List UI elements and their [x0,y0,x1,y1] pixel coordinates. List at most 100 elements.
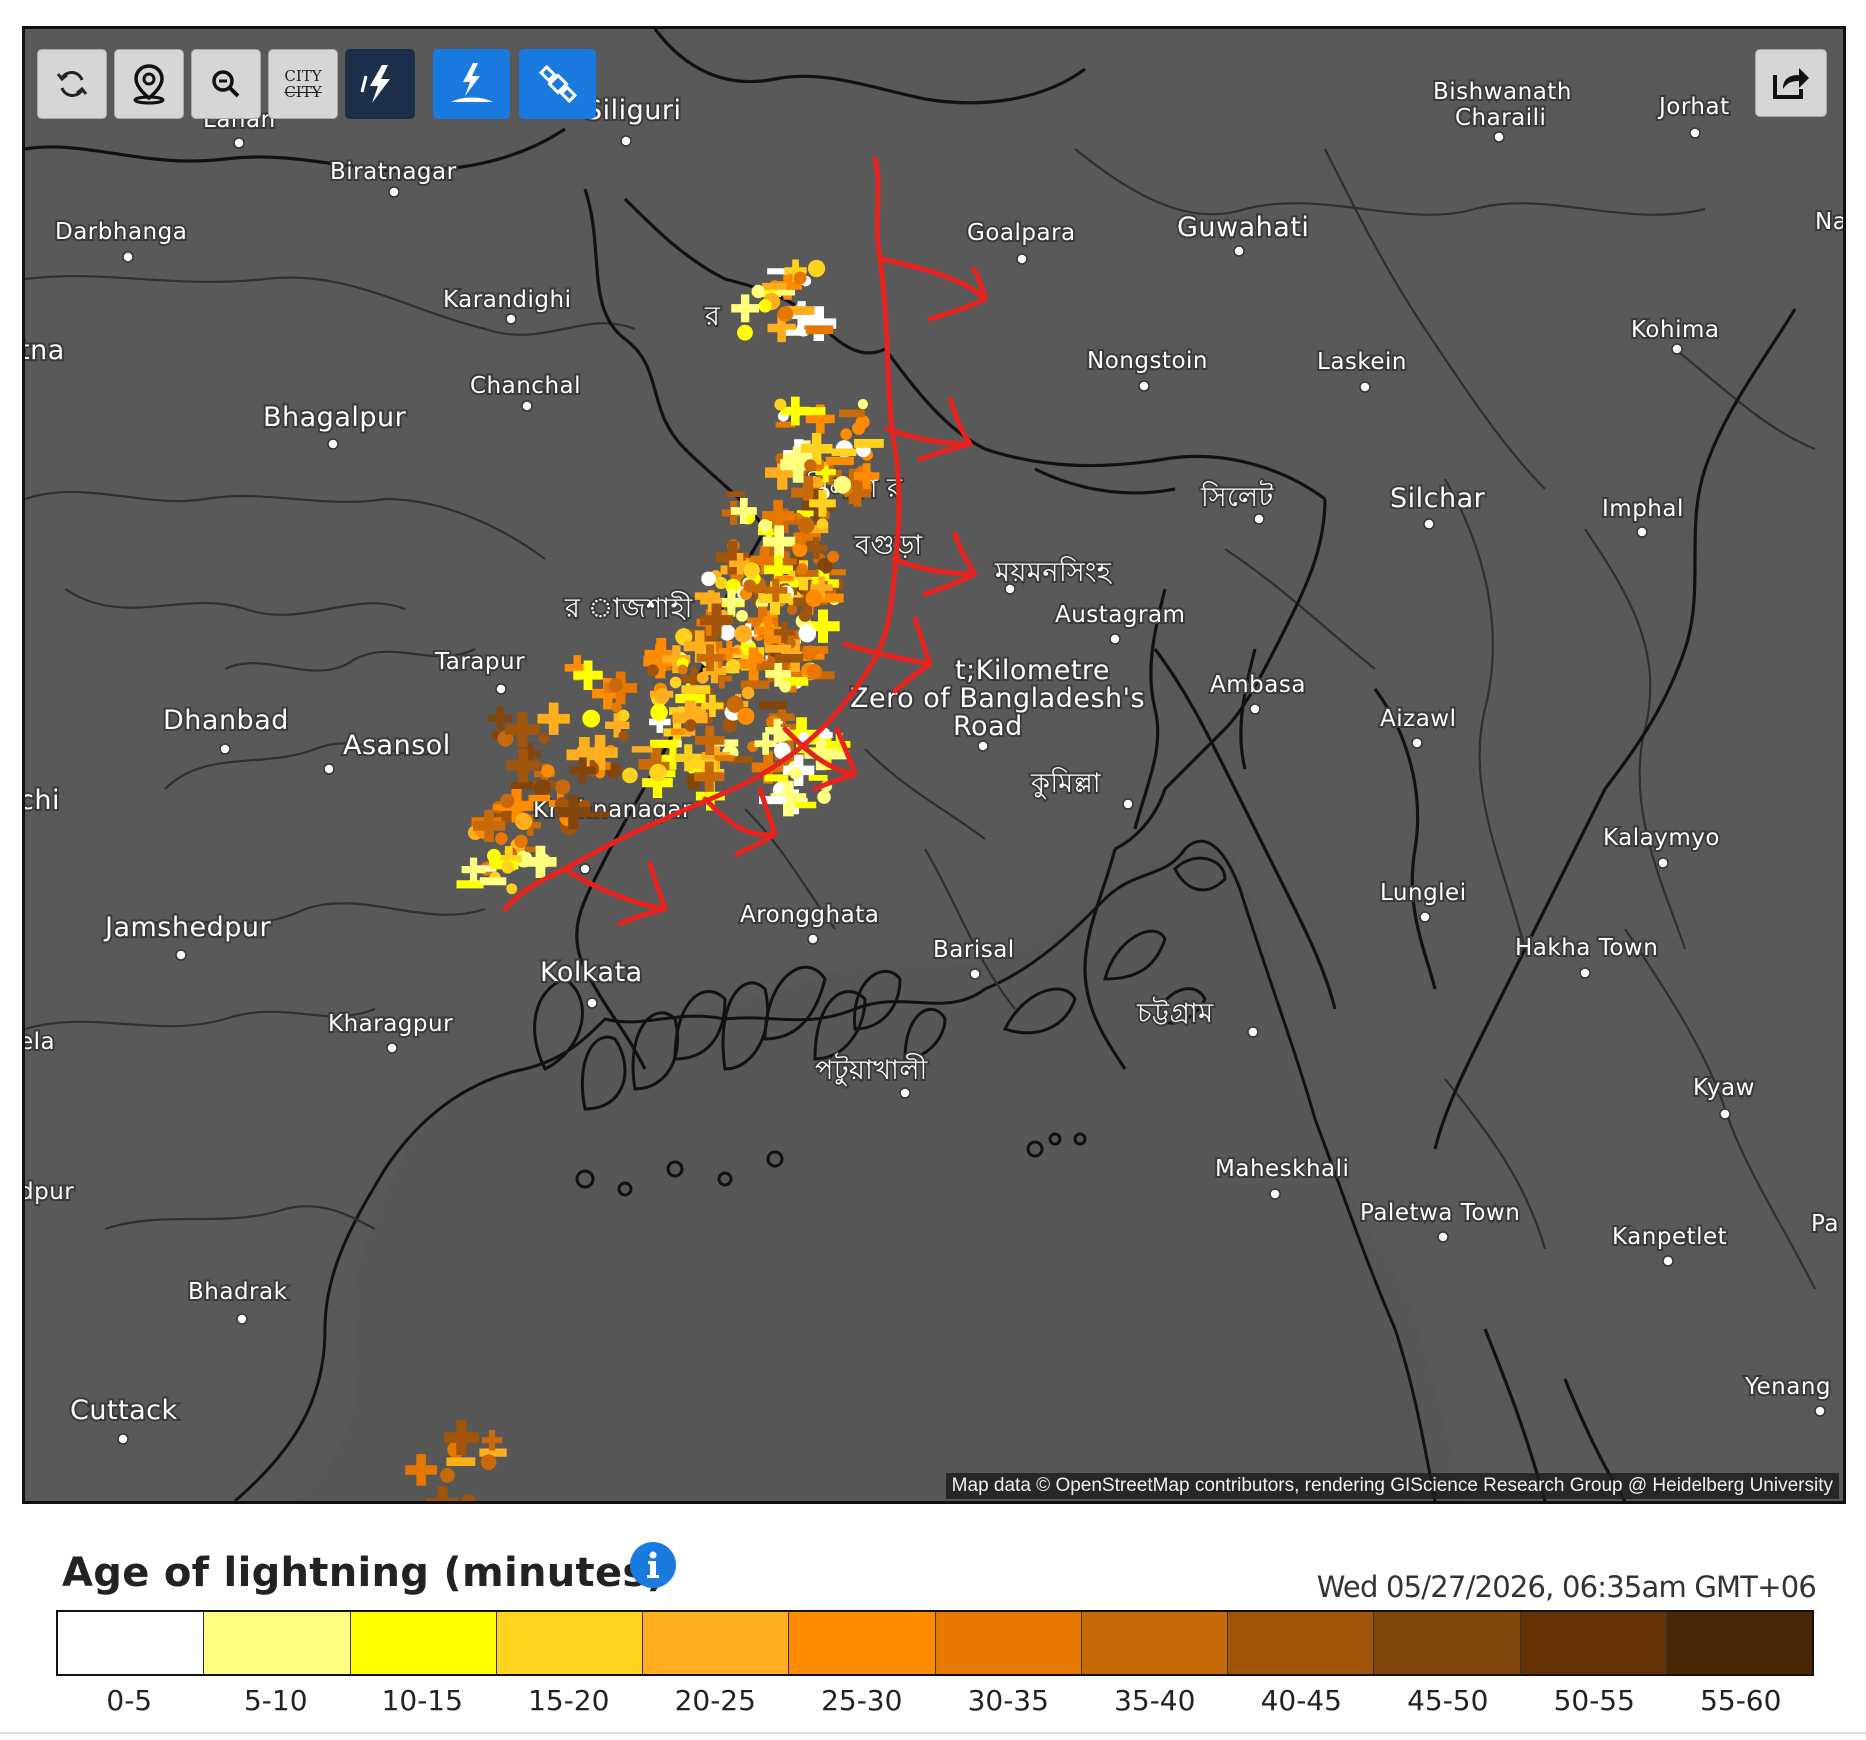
strike-cloud [669,676,682,689]
timestamp: Wed 05/27/2026, 06:35am GMT+06 [1316,1570,1817,1604]
strike-cloud [743,562,760,579]
place-label: র [704,301,721,332]
legend-swatch [1081,1612,1228,1674]
strike-cloud [743,579,757,593]
strike-cloud [582,709,601,728]
satellite-button[interactable] [519,49,596,119]
ground-strike-button[interactable] [433,49,510,119]
strike-cloud [827,550,840,563]
place-label: Biratnagar [330,159,457,185]
strike-cloud [541,764,555,778]
place-label: Lunglei [1380,880,1467,906]
legend-label: 40-45 [1260,1684,1342,1717]
legend-label: 0-5 [106,1684,153,1717]
locate-button[interactable] [114,49,184,119]
map-canvas[interactable]: Siliguri Lahan Biratnagar Darbhanga Kara… [25,29,1843,1501]
legend-label: 15-20 [528,1684,610,1717]
strike-cloud [758,299,772,313]
place-label: সিলেট [1200,480,1275,513]
refresh-button[interactable] [37,49,107,119]
strike-cloud [804,459,817,472]
strike-cloud [440,1468,455,1483]
edge-label-na: tna [25,335,65,366]
strike-cloud [737,324,753,341]
place-label: Tarapur [434,649,525,675]
zoom-out-icon [212,70,240,98]
place-label: Laskein [1317,349,1407,375]
place-label: Kanpetlet [1612,1224,1727,1250]
strike-cloud [487,848,501,863]
strike-cloud [646,664,659,677]
strike-cloud [725,658,741,674]
place-label: Guwahati [1177,212,1309,243]
place-label: Charaili [1455,105,1546,131]
strike-cloud [696,671,709,684]
place-label: Zero of Bangladesh's [850,683,1145,714]
place-label: Chanchal [470,373,581,399]
strike-cloud [801,645,818,661]
strike-cloud [501,861,514,874]
legend-color-bar [56,1610,1814,1676]
place-label: Imphal [1602,496,1684,522]
legend-label: 10-15 [381,1684,463,1717]
strike-cloud [753,652,764,664]
city-label-top: CITY [284,67,322,85]
place-label: Siliguri [585,95,682,126]
strike-cloud [741,686,755,700]
strike-cloud [500,793,515,809]
lightning-map[interactable]: Siliguri Lahan Biratnagar Darbhanga Kara… [22,26,1846,1504]
strike-cloud [622,767,638,784]
strike-cloud [857,399,868,410]
edge-label-chi: chi [25,785,60,816]
share-button[interactable] [1755,49,1827,117]
legend-label: 30-35 [967,1684,1049,1717]
legend-swatch [1228,1612,1375,1674]
place-label: Ambasa [1210,672,1306,698]
place-label: Bishwanath [1433,79,1572,105]
place-label: Bhadrak [188,1279,288,1305]
edge-label-dpur: dpur [25,1179,74,1205]
place-label: Bhagalpur [263,402,407,433]
place-label: পটুয়াখালী [815,1053,928,1086]
legend-title: Age of lightning (minutes) [62,1550,666,1596]
legend-swatch [350,1612,497,1674]
legend-swatch [935,1612,1082,1674]
strike-cloud [618,730,629,741]
place-label: Asansol [343,730,451,761]
strike-cloud [817,790,831,804]
place-label: Karandighi [443,287,571,313]
place-rangpur-bn: র [702,299,723,334]
place-label: Austagram [1055,602,1185,628]
info-icon[interactable] [630,1542,676,1588]
place-label: Jorhat [1657,94,1730,120]
legend-swatch [58,1612,205,1674]
strike-cloud [797,516,815,534]
place-label: Barisal [933,937,1015,963]
strike-cloud [798,624,817,643]
lightning-icon [360,65,390,103]
legend-swatch [1520,1612,1667,1674]
place-label: Maheskhali [1215,1156,1349,1182]
strike-cloud [555,779,571,795]
strike-cloud [515,812,533,830]
place-label: Yenang [1744,1374,1831,1400]
strike-cloud [795,532,808,545]
strike-cloud [608,678,623,693]
zoom-out-button[interactable] [191,49,261,119]
city-toggle-button[interactable]: CITY CITY [268,49,338,119]
strike-cloud [611,701,622,713]
strike-cloud [852,421,866,435]
place-label: Cuttack [70,1395,178,1426]
strike-cloud [649,763,668,782]
place-label: Kohima [1631,317,1719,343]
strike-cloud [840,428,852,440]
strike-cloud [793,271,807,285]
strike-cloud [736,609,748,622]
map-attribution[interactable]: Map data © OpenStreetMap contributors, r… [945,1473,1839,1499]
place-label: Aizawl [1380,706,1457,732]
place-label: Kolkata [540,957,643,988]
strike-cloud [506,883,518,895]
strike-cloud [807,259,826,278]
lightning-layer-button[interactable] [345,49,415,119]
place-label: Kharagpur [328,1011,453,1037]
